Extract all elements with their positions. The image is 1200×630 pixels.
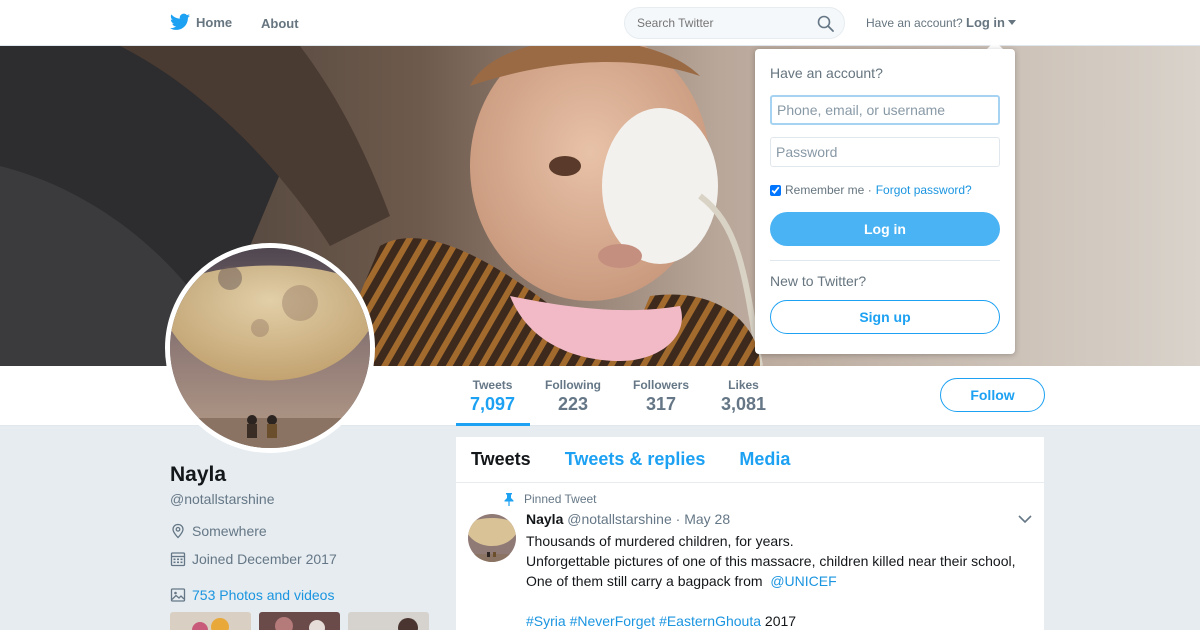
have-account-text: Have an account? — [866, 16, 963, 30]
nav-home-label: Home — [196, 14, 233, 30]
forgot-password-link[interactable]: Forgot password? — [876, 183, 972, 197]
password-field[interactable] — [770, 137, 1000, 167]
tab-tweets-replies[interactable]: Tweets & replies — [565, 449, 706, 470]
avatar-image — [170, 248, 370, 448]
media-thumbnail[interactable] — [170, 612, 251, 630]
login-button[interactable]: Log in — [770, 212, 1000, 246]
tweet-avatar-image — [468, 514, 516, 562]
stat-label: Tweets — [472, 378, 513, 392]
new-to-twitter-text: New to Twitter? — [770, 273, 867, 289]
active-stat-underline — [456, 423, 530, 426]
photos-videos-link[interactable]: 753 Photos and videos — [170, 587, 334, 603]
location-text: Somewhere — [192, 523, 267, 539]
calendar-icon — [170, 552, 186, 567]
search-box — [624, 7, 845, 39]
mention-link[interactable]: @UNICEF — [770, 573, 836, 589]
remember-me-label[interactable]: Remember me · — [785, 183, 872, 197]
profile-avatar[interactable] — [165, 243, 375, 453]
hashtag-link[interactable]: #EasternGhouta — [659, 613, 761, 629]
stat-value: 317 — [645, 394, 677, 414]
login-dropdown-title: Have an account? — [770, 65, 883, 81]
pinned-tweet-label: Pinned Tweet — [504, 492, 597, 506]
nav-home-link[interactable]: Home — [170, 13, 232, 31]
tweet-date[interactable]: · May 28 — [676, 511, 730, 527]
login-link-label: Log in — [966, 15, 1005, 30]
nav-about-link[interactable]: About — [261, 16, 299, 31]
stat-label: Followers — [633, 378, 690, 392]
tweet-text-line: One of them still carry a bagpack from @… — [526, 571, 1031, 591]
stat-value: 7,097 — [470, 394, 516, 414]
profile-name: Nayla — [170, 463, 227, 486]
tweet-author-name[interactable]: Nayla — [526, 511, 563, 527]
chevron-down-icon[interactable] — [1018, 515, 1032, 524]
location-pin-icon — [172, 523, 184, 539]
pinned-text: Pinned Tweet — [524, 492, 597, 506]
signup-button[interactable]: Sign up — [770, 300, 1000, 334]
remember-me-checkbox[interactable] — [770, 184, 781, 196]
stat-value: 223 — [557, 394, 589, 414]
dropdown-caret — [987, 41, 1003, 49]
tweet-text-line: Thousands of murdered children, for year… — [526, 533, 794, 549]
tab-tweets[interactable]: Tweets — [471, 449, 531, 470]
photo-icon — [170, 588, 186, 602]
hashtag-link[interactable]: #NeverForget — [570, 613, 656, 629]
media-thumbnail[interactable] — [259, 612, 340, 630]
stat-tweets[interactable]: Tweets 7,097 — [470, 378, 515, 415]
search-icon[interactable] — [817, 15, 834, 32]
tab-media[interactable]: Media — [739, 449, 790, 470]
login-dropdown-toggle[interactable]: Log in — [966, 15, 1016, 30]
tweet-text-segment: One of them still carry a bagpack from — [526, 573, 763, 589]
photos-videos-label: 753 Photos and videos — [192, 587, 335, 603]
tweet-header: Nayla @notallstarshine · May 28 — [526, 511, 730, 527]
stat-following[interactable]: Following 223 — [545, 378, 601, 415]
tweet-text-line: Unforgettable pictures of one of this ma… — [526, 553, 1016, 569]
login-dropdown: Have an account? Remember me · Forgot pa… — [755, 49, 1015, 354]
joined-text: Joined December 2017 — [192, 551, 337, 567]
tweet-text: Thousands of murdered children, for year… — [526, 531, 1031, 630]
timeline-tabs: Tweets Tweets & replies Media — [456, 437, 1044, 483]
tweet-author-avatar[interactable] — [468, 514, 516, 562]
username-field[interactable] — [770, 95, 1000, 125]
stat-value: 3,081 — [721, 394, 767, 414]
profile-joined: Joined December 2017 — [170, 551, 337, 567]
stat-label: Likes — [728, 378, 759, 392]
thumbnail-image — [170, 612, 251, 630]
timeline: Tweets Tweets & replies Media Pinned Twe… — [456, 437, 1044, 630]
media-thumbnail[interactable] — [348, 612, 429, 630]
caret-down-icon — [1008, 20, 1016, 25]
profile-handle: @notallstarshine — [170, 491, 275, 507]
profile-location: Somewhere — [170, 523, 267, 539]
divider — [770, 260, 1000, 261]
thumbnail-image — [348, 612, 429, 630]
stat-likes[interactable]: Likes 3,081 — [721, 378, 766, 415]
thumbnail-image — [259, 612, 340, 630]
remember-me-row: Remember me · Forgot password? — [770, 183, 972, 197]
tweet-text-line: #Syria #NeverForget #EasternGhouta 2017 — [526, 611, 1031, 630]
top-navigation: Home About Have an account? Log in — [0, 0, 1200, 46]
stat-label: Following — [545, 378, 601, 392]
stat-followers[interactable]: Followers 317 — [633, 378, 689, 415]
tweet-author-handle[interactable]: @notallstarshine — [567, 511, 672, 527]
tweet-text-segment: 2017 — [764, 613, 797, 629]
search-input[interactable] — [637, 16, 807, 30]
twitter-bird-icon — [170, 13, 190, 30]
hashtag-link[interactable]: #Syria — [526, 613, 566, 629]
follow-button[interactable]: Follow — [940, 378, 1045, 412]
pin-icon — [504, 492, 514, 506]
